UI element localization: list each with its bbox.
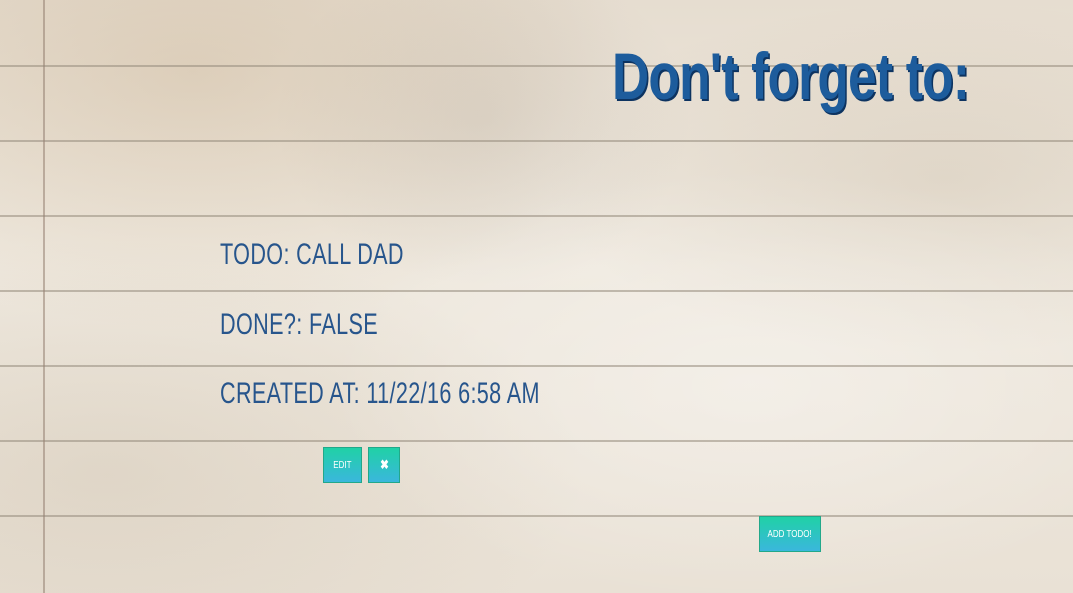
edit-button[interactable]: edit: [323, 447, 362, 483]
paper-margin-line: [43, 0, 45, 593]
done-label: done?:: [220, 308, 303, 341]
todo-label: todo:: [220, 238, 290, 271]
created-value: 11/22/16 6:58 AM: [366, 377, 540, 410]
todo-created-row: created at: 11/22/16 6:58 AM: [220, 377, 540, 411]
add-todo-button-label: add todo!: [767, 528, 813, 540]
edit-button-label: edit: [333, 459, 352, 471]
page-title: Don't forget to:: [612, 39, 970, 113]
done-value: false: [308, 308, 378, 341]
todo-value: call dad: [296, 238, 404, 271]
todo-text-row: todo: call dad: [220, 238, 404, 272]
close-icon: ✖: [379, 457, 389, 472]
created-label: created at:: [220, 377, 360, 410]
add-todo-button[interactable]: add todo!: [759, 516, 821, 552]
delete-button[interactable]: ✖: [368, 447, 400, 483]
todo-done-row: done?: false: [220, 308, 378, 342]
